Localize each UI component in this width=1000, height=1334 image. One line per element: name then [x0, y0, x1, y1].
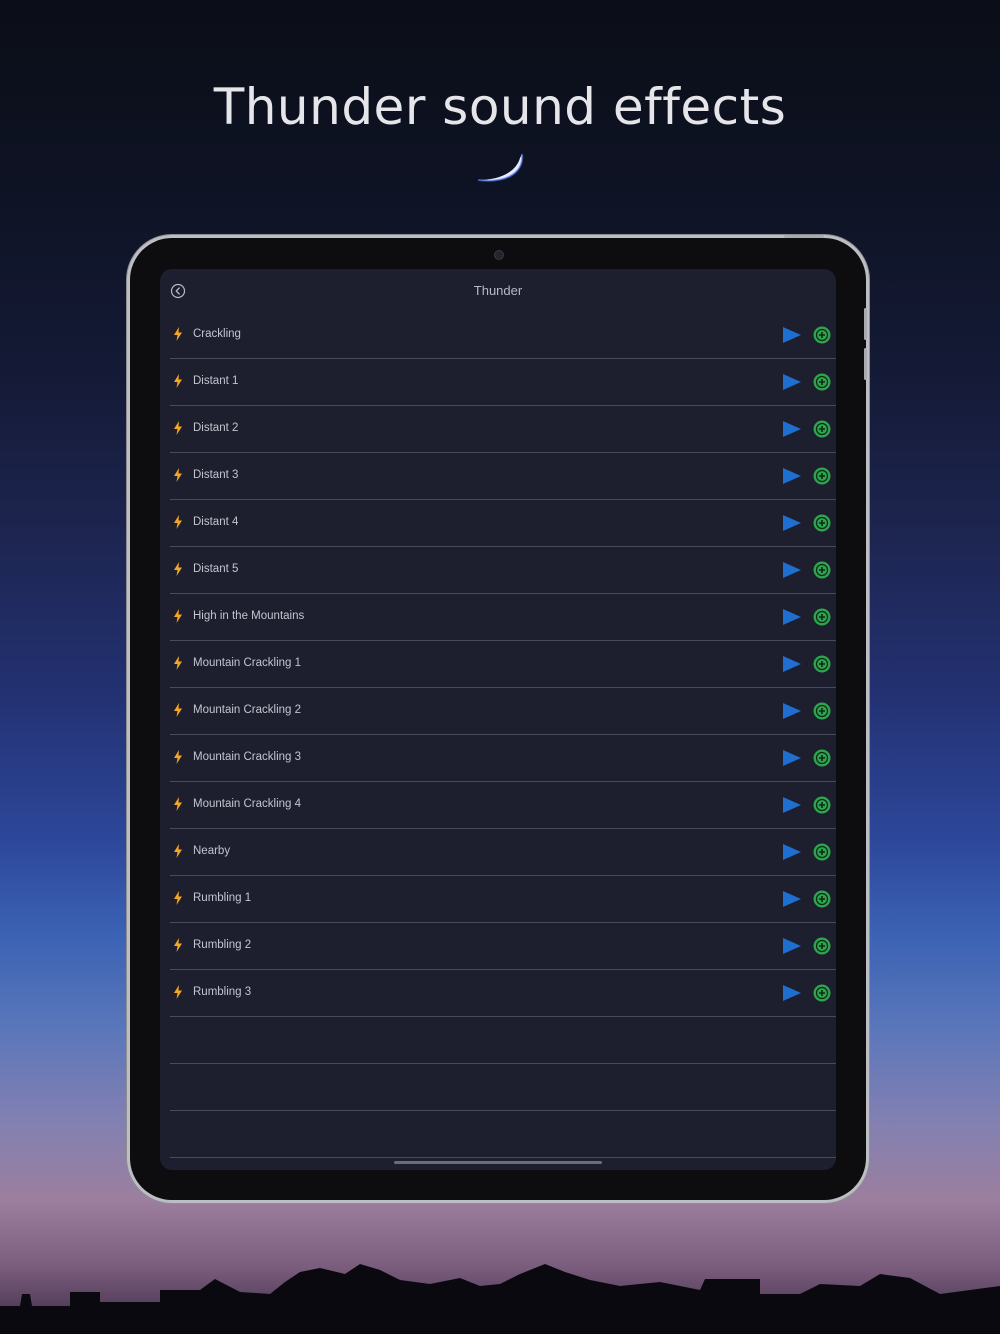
- sound-row[interactable]: Distant 1: [170, 359, 836, 406]
- power-button: [784, 235, 824, 238]
- add-circle-icon[interactable]: [813, 890, 831, 908]
- sound-label: Crackling: [193, 328, 241, 340]
- sound-row[interactable]: Nearby: [170, 829, 836, 876]
- play-icon[interactable]: [782, 937, 802, 955]
- sound-list: Crackling Distant 1 Distant 2 Distant 3: [170, 312, 836, 1158]
- add-circle-icon[interactable]: [813, 514, 831, 532]
- empty-list-row: [170, 1111, 836, 1158]
- play-icon[interactable]: [782, 796, 802, 814]
- lightning-bolt-icon: [174, 656, 182, 670]
- sound-row[interactable]: Mountain Crackling 3: [170, 735, 836, 782]
- sound-label: Distant 2: [193, 422, 239, 434]
- add-circle-icon[interactable]: [813, 702, 831, 720]
- play-icon[interactable]: [782, 326, 802, 344]
- city-skyline-silhouette: [0, 1264, 1000, 1334]
- play-icon[interactable]: [782, 561, 802, 579]
- add-circle-icon[interactable]: [813, 561, 831, 579]
- lightning-bolt-icon: [174, 797, 182, 811]
- play-icon[interactable]: [782, 467, 802, 485]
- add-circle-icon[interactable]: [813, 937, 831, 955]
- front-camera: [494, 250, 504, 260]
- sound-row[interactable]: High in the Mountains: [170, 594, 836, 641]
- play-icon[interactable]: [782, 984, 802, 1002]
- sound-row[interactable]: Distant 5: [170, 547, 836, 594]
- sound-row[interactable]: Rumbling 2: [170, 923, 836, 970]
- sound-label: Mountain Crackling 3: [193, 751, 302, 763]
- add-circle-icon[interactable]: [813, 467, 831, 485]
- play-icon[interactable]: [782, 749, 802, 767]
- sound-row[interactable]: Crackling: [170, 312, 836, 359]
- tablet-device-frame: Thunder Crackling Distant 1 Distant 2 Di…: [130, 235, 867, 1200]
- sound-label: Mountain Crackling 1: [193, 657, 302, 669]
- add-circle-icon[interactable]: [813, 373, 831, 391]
- sound-row[interactable]: Rumbling 1: [170, 876, 836, 923]
- sound-label: Rumbling 2: [193, 939, 252, 951]
- lightning-bolt-icon: [174, 421, 182, 435]
- sound-label: Distant 4: [193, 516, 239, 528]
- play-icon[interactable]: [782, 890, 802, 908]
- lightning-bolt-icon: [174, 938, 182, 952]
- page-headline: Thunder sound effects: [213, 78, 787, 136]
- lightning-bolt-icon: [174, 327, 182, 341]
- sound-label: Distant 1: [193, 375, 239, 387]
- play-icon[interactable]: [782, 655, 802, 673]
- sound-row[interactable]: Mountain Crackling 2: [170, 688, 836, 735]
- add-circle-icon[interactable]: [813, 843, 831, 861]
- sound-label: High in the Mountains: [193, 610, 305, 622]
- sound-row[interactable]: Distant 4: [170, 500, 836, 547]
- sound-label: Mountain Crackling 2: [193, 704, 302, 716]
- add-circle-icon[interactable]: [813, 608, 831, 626]
- lightning-bolt-icon: [174, 844, 182, 858]
- play-icon[interactable]: [782, 420, 802, 438]
- crescent-moon-icon: [477, 153, 524, 182]
- add-circle-icon[interactable]: [813, 796, 831, 814]
- volume-down-button: [864, 348, 867, 380]
- lightning-bolt-icon: [174, 515, 182, 529]
- sound-row[interactable]: Mountain Crackling 1: [170, 641, 836, 688]
- app-screen: Thunder Crackling Distant 1 Distant 2 Di…: [160, 269, 836, 1170]
- sound-label: Mountain Crackling 4: [193, 798, 302, 810]
- empty-list-row: [170, 1064, 836, 1111]
- add-circle-icon[interactable]: [813, 655, 831, 673]
- lightning-bolt-icon: [174, 703, 182, 717]
- empty-list-row: [170, 1017, 836, 1064]
- add-circle-icon[interactable]: [813, 326, 831, 344]
- play-icon[interactable]: [782, 373, 802, 391]
- play-icon[interactable]: [782, 702, 802, 720]
- play-icon[interactable]: [782, 608, 802, 626]
- sound-label: Rumbling 3: [193, 986, 252, 998]
- sound-label: Rumbling 1: [193, 892, 252, 904]
- sound-row[interactable]: Distant 2: [170, 406, 836, 453]
- sound-row[interactable]: Mountain Crackling 4: [170, 782, 836, 829]
- add-circle-icon[interactable]: [813, 420, 831, 438]
- sound-row[interactable]: Rumbling 3: [170, 970, 836, 1017]
- lightning-bolt-icon: [174, 562, 182, 576]
- lightning-bolt-icon: [174, 750, 182, 764]
- volume-up-button: [864, 308, 867, 340]
- add-circle-icon[interactable]: [813, 984, 831, 1002]
- home-indicator[interactable]: [394, 1161, 602, 1164]
- play-icon[interactable]: [782, 514, 802, 532]
- lightning-bolt-icon: [174, 609, 182, 623]
- screen-title: Thunder: [473, 283, 523, 298]
- sound-label: Nearby: [193, 845, 231, 857]
- lightning-bolt-icon: [174, 374, 182, 388]
- lightning-bolt-icon: [174, 468, 182, 482]
- lightning-bolt-icon: [174, 985, 182, 999]
- navigation-bar: Thunder: [160, 269, 836, 313]
- sound-label: Distant 3: [193, 469, 239, 481]
- lightning-bolt-icon: [174, 891, 182, 905]
- add-circle-icon[interactable]: [813, 749, 831, 767]
- sound-label: Distant 5: [193, 563, 239, 575]
- play-icon[interactable]: [782, 843, 802, 861]
- sound-row[interactable]: Distant 3: [170, 453, 836, 500]
